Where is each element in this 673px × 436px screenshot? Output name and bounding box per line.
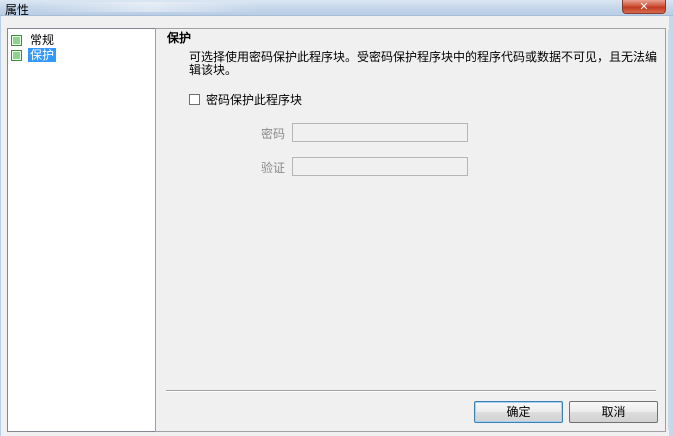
password-label: 密码	[261, 127, 286, 141]
confirm-label: 验证	[261, 161, 286, 175]
green-square-icon	[11, 34, 22, 46]
divider	[166, 390, 656, 392]
tree-item-label: 保护	[28, 48, 57, 62]
confirm-password-input[interactable]	[292, 157, 468, 176]
category-tree[interactable]: 常规 保护	[7, 28, 157, 432]
close-button[interactable]: ✕	[622, 0, 666, 14]
tree-item-label: 常规	[30, 33, 55, 47]
properties-panel: 保护 可选择使用密码保护此程序块。受密码保护程序块中的程序代码或数据不可见，且无…	[155, 28, 666, 432]
title-bar-shine	[40, 2, 260, 12]
section-title: 保护	[167, 31, 192, 45]
password-input[interactable]	[292, 123, 468, 142]
password-protect-checkbox[interactable]	[189, 94, 200, 105]
tree-item-general[interactable]: 常规	[11, 33, 56, 47]
window-edge	[668, 30, 670, 430]
cancel-button[interactable]: 取消	[569, 401, 658, 423]
password-protect-checkbox-label: 密码保护此程序块	[206, 93, 303, 107]
title-bar: 属性 ✕	[0, 0, 673, 17]
green-square-icon	[11, 49, 22, 61]
ok-button[interactable]: 确定	[474, 401, 563, 423]
password-protect-checkbox-row[interactable]: 密码保护此程序块	[189, 91, 302, 108]
tree-item-protection[interactable]: 保护	[11, 48, 57, 62]
protection-description: 可选择使用密码保护此程序块。受密码保护程序块中的程序代码或数据不可见，且无法编辑…	[189, 50, 658, 77]
